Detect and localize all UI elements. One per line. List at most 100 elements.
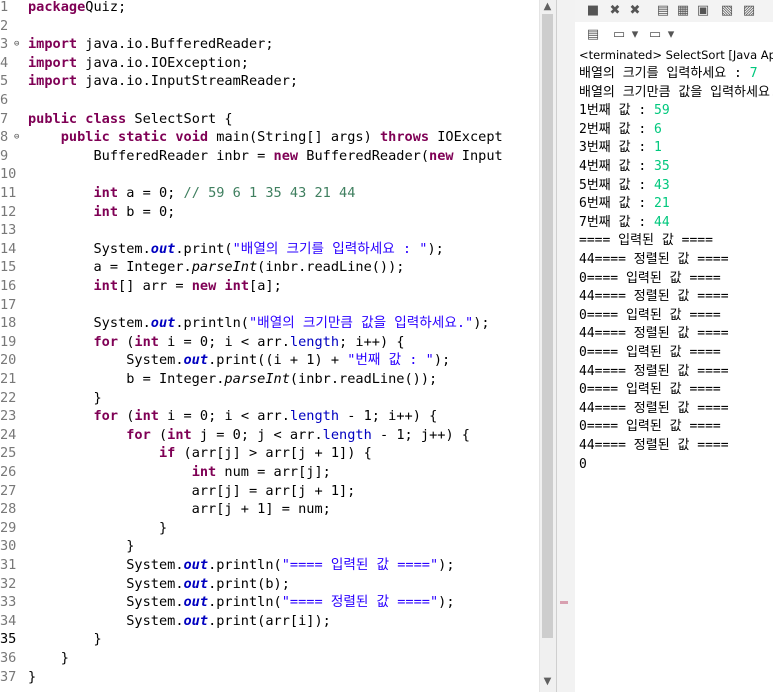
console-menu-icon[interactable]: ▨ [741, 3, 757, 19]
console-text: 4번째 값 : [579, 159, 655, 174]
code-token: System. [28, 557, 184, 573]
code-line[interactable]: 20 System.out.print((i + 1) + "번째 값 : ")… [0, 351, 539, 370]
scroll-lock-icon[interactable]: ▤ [655, 3, 671, 19]
console-text: 배열의 크기를 입력하세요 : [579, 66, 750, 81]
code-text: for (int j = 0; j < arr.length - 1; j++)… [28, 426, 470, 445]
code-line[interactable]: 32 System.out.print(b); [0, 575, 539, 594]
fold-toggle-icon[interactable]: ⊖ [14, 35, 19, 54]
code-line[interactable]: 5 import java.io.InputStreamReader; [0, 72, 539, 91]
fold-toggle-icon[interactable]: ⊖ [14, 128, 19, 147]
code-line[interactable]: 33 System.out.println("==== 정렬된 값 ====")… [0, 593, 539, 612]
code-line[interactable]: 17 [0, 296, 539, 315]
code-token: a = Integer. [28, 259, 192, 276]
code-token: IOExcept [429, 129, 503, 146]
chevron-down-icon[interactable]: ▾ [663, 27, 679, 43]
chevron-down-icon[interactable]: ▾ [627, 27, 643, 43]
console-input: 59 [654, 103, 670, 119]
code-token: System. [28, 575, 184, 592]
overview-ruler [556, 0, 576, 692]
code-line[interactable]: 11 int a = 0; // 59 6 1 35 43 21 44 [0, 184, 539, 203]
open-console-icon[interactable]: ▤ [585, 27, 601, 43]
code-line[interactable]: 9 BufferedReader inbr = new BufferedRead… [0, 147, 539, 166]
line-number: 10 [0, 166, 17, 183]
scrollbar-thumb[interactable] [542, 14, 553, 638]
code-text: for (int i = 0; i < arr.length - 1; i++)… [28, 407, 437, 426]
code-text: int num = arr[j]; [28, 463, 331, 482]
console-line: 0 [579, 456, 587, 475]
code-token: out [150, 315, 176, 332]
code-line[interactable]: 25 if (arr[j] > arr[j + 1]) { [0, 444, 539, 463]
code-line[interactable]: 14 System.out.print("배열의 크기를 입력하세요 : "); [0, 240, 539, 259]
ruler-marker[interactable] [560, 601, 568, 604]
code-line[interactable]: 24 for (int j = 0; j < arr.length - 1; j… [0, 426, 539, 445]
code-token: .println( [175, 315, 249, 332]
code-line[interactable]: 37} [0, 668, 539, 687]
code-text: System.out.println("배열의 크기만큼 값을 입력하세요.")… [28, 314, 489, 333]
line-number: 33 [0, 594, 17, 611]
code-line[interactable]: 26 int num = arr[j]; [0, 463, 539, 482]
console-text: 44==== 정렬된 값 ==== [579, 400, 729, 416]
code-line[interactable]: 12 int b = 0; [0, 203, 539, 222]
code-line[interactable]: 22 } [0, 389, 539, 408]
code-line[interactable]: 8 ⊖ public static void main(String[] args… [0, 128, 539, 147]
code-text: int[] arr = new int[a]; [28, 277, 281, 296]
code-line[interactable]: 18 System.out.println("배열의 크기만큼 값을 입력하세요… [0, 314, 539, 333]
remove-launch-icon[interactable]: ✖ [607, 3, 623, 19]
code-line[interactable]: 10 [0, 165, 539, 184]
code-line[interactable]: 36 } [0, 649, 539, 668]
console-text: 44==== 정렬된 값 ==== [579, 252, 729, 267]
code-line[interactable]: 1 packageQuiz; [0, 0, 539, 17]
code-token: "배열의 크기만큼 값을 입력하세요." [249, 315, 474, 332]
code-text: arr[j] = arr[j + 1]; [28, 482, 356, 501]
code-line[interactable]: 3 ⊖ import java.io.BufferedReader; [0, 35, 539, 54]
code-line[interactable]: 34 System.out.print(arr[i]); [0, 612, 539, 631]
new-console-icon[interactable]: ▭ [647, 27, 663, 43]
code-line[interactable]: 27 arr[j] = arr[j + 1]; [0, 482, 539, 501]
code-token: new [273, 147, 299, 164]
code-line[interactable]: 23 for (int i = 0; i < arr.length - 1; i… [0, 407, 539, 426]
line-number: 34 [0, 612, 17, 629]
code-line[interactable]: 35 } [0, 630, 539, 649]
code-line[interactable]: 28 arr[j + 1] = num; [0, 500, 539, 519]
code-token: main(String[] args) [208, 129, 380, 146]
code-token: Quiz; [85, 0, 127, 15]
scroll-down-arrow-icon[interactable]: ▼ [541, 676, 554, 687]
code-line[interactable]: 13 [0, 221, 539, 240]
code-token: public class [28, 110, 127, 127]
code-token: // 59 6 1 35 43 21 44 [183, 185, 356, 201]
code-token: new [429, 147, 454, 164]
code-line[interactable]: 16 int[] arr = new int[a]; [0, 277, 539, 296]
code-text: } [28, 630, 101, 649]
code-line[interactable]: 7 public class SelectSort { [0, 110, 539, 129]
code-line[interactable]: 29 } [0, 519, 539, 538]
code-token: ( [150, 426, 168, 443]
code-line[interactable]: 6 [0, 91, 539, 110]
console-input: 44 [654, 214, 670, 230]
remove-all-icon[interactable]: ✖ [627, 3, 643, 19]
console-line: 2번째 값 : 6 [579, 121, 662, 140]
code-token: BufferedReader( [298, 147, 430, 164]
display-console-icon[interactable]: ▭ [611, 27, 627, 43]
line-number: 29 [0, 519, 17, 536]
code-line[interactable]: 4 import java.io.IOException; [0, 54, 539, 73]
code-token: SelectSort { [126, 110, 233, 127]
code-line[interactable]: 2 [0, 17, 539, 36]
console-line: 44==== 정렬된 값 ==== [579, 288, 729, 307]
code-line[interactable]: 21 b = Integer.parseInt(inbr.readLine())… [0, 370, 539, 389]
console-line: 44==== 정렬된 값 ==== [579, 363, 729, 382]
code-line[interactable]: 31 System.out.println("==== 입력된 값 ====")… [0, 556, 539, 575]
pin-icon[interactable]: ▣ [695, 3, 711, 19]
console-line: ==== 입력된 값 ==== [579, 232, 713, 251]
scroll-up-arrow-icon[interactable]: ▲ [541, 1, 554, 12]
code-line[interactable]: 15 a = Integer.parseInt(inbr.readLine())… [0, 258, 539, 277]
code-line[interactable]: 19 for (int i = 0; i < arr.length; i++) … [0, 333, 539, 352]
code-editor[interactable]: 1 packageQuiz; 2 3 ⊖ import java.io.BufferedR… [0, 0, 539, 692]
code-line[interactable]: 30 } [0, 537, 539, 556]
word-wrap-icon[interactable]: ▦ [675, 3, 691, 19]
console-text: 44==== 정렬된 값 ==== [579, 363, 729, 379]
stop-icon[interactable]: ■ [585, 3, 601, 19]
show-console-icon[interactable]: ▧ [719, 3, 735, 19]
